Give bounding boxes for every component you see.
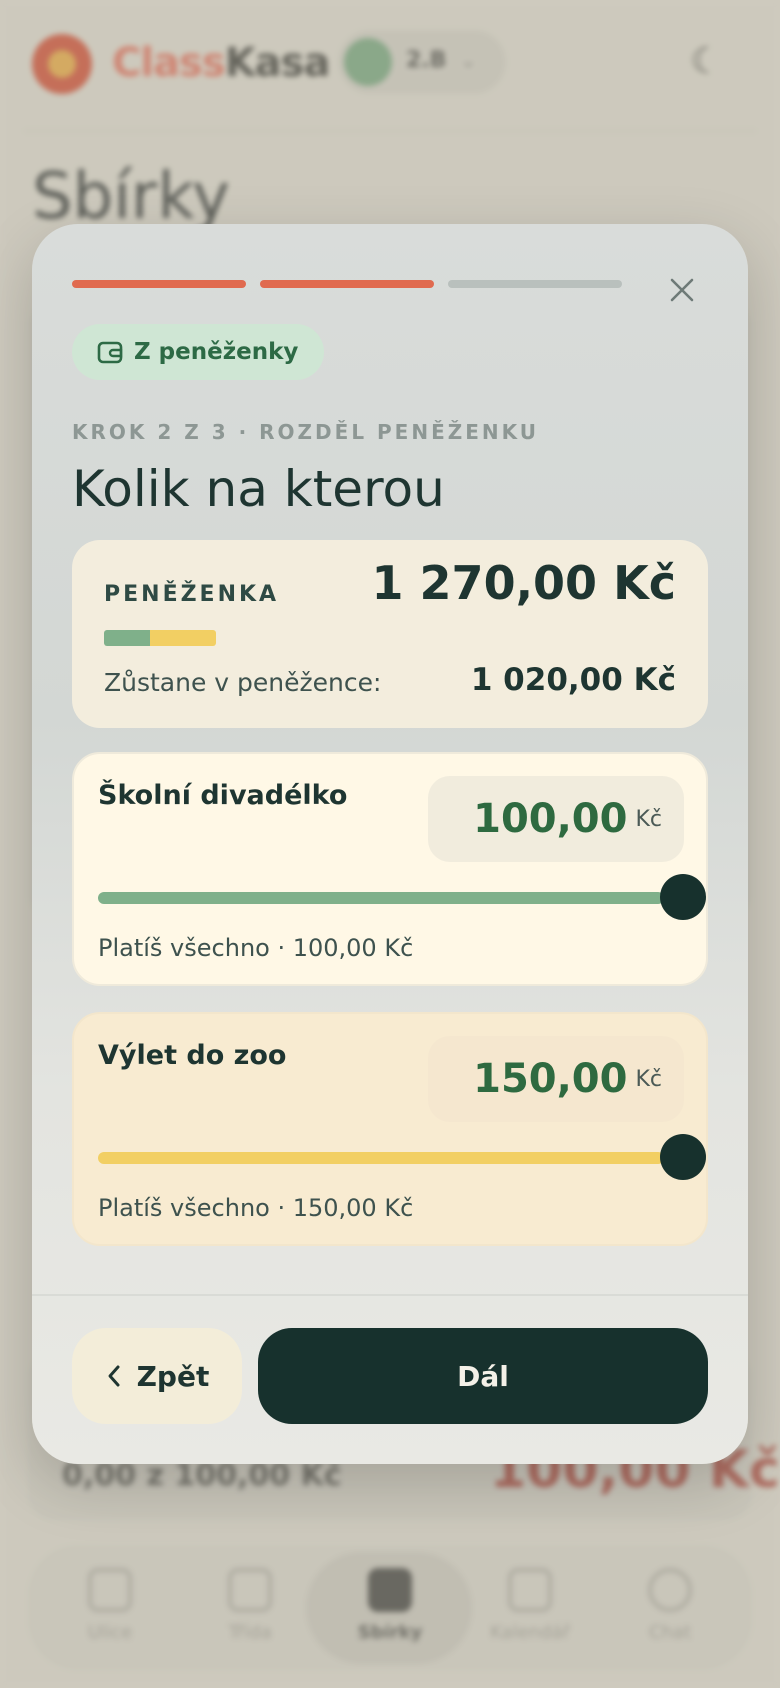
next-button-label: Dál [457,1359,509,1393]
close-icon [670,278,694,302]
modal-heading: Kolik na kterou [72,460,445,518]
chevron-left-icon [108,1365,120,1387]
amount-slider[interactable] [98,892,664,904]
wallet-usage-bar [104,630,216,646]
allocation-note: Platíš všechno · 150,00 Kč [98,1194,414,1222]
amount-currency: Kč [635,1066,662,1092]
progress-step-1 [72,280,246,288]
progress-step-2 [260,280,434,288]
wallet-total: 1 270,00 Kč [371,556,676,610]
step-label: Krok 2 z 3 · Rozděl peněženku [72,420,540,444]
wallet-icon [97,341,123,364]
source-badge-label: Z peněženky [134,339,299,365]
next-button[interactable]: Dál [258,1328,708,1424]
allocation-note: Platíš všechno · 100,00 Kč [98,934,414,962]
slider-thumb[interactable] [660,874,706,920]
wallet-usage-segment-2 [150,630,216,646]
step-progress [72,280,622,288]
back-button-label: Zpět [136,1359,210,1393]
allocation-name: Výlet do zoo [98,1040,287,1071]
amount-value: 100,00 [473,796,628,842]
amount-currency: Kč [635,806,662,832]
allocation-card: Školní divadélko 100,00 Kč Platíš všechn… [72,752,708,986]
close-button[interactable] [652,260,712,320]
slider-thumb[interactable] [660,1134,706,1180]
wallet-usage-segment-1 [104,630,150,646]
allocation-name: Školní divadélko [98,780,348,811]
amount-input[interactable]: 100,00 Kč [428,776,684,862]
allocation-modal: Z peněženky Krok 2 z 3 · Rozděl peněženk… [32,224,748,1464]
progress-step-3 [448,280,622,288]
source-badge: Z peněženky [72,324,325,380]
wallet-remaining-label: Zůstane v peněžence: [104,668,382,697]
amount-input[interactable]: 150,00 Kč [428,1036,684,1122]
wallet-remaining-value: 1 020,00 Kč [470,662,676,698]
wallet-summary-card: PENĚŽENKA 1 270,00 Kč Zůstane v peněženc… [72,540,708,728]
footer-divider [32,1294,748,1296]
amount-slider[interactable] [98,1152,664,1164]
amount-value: 150,00 [473,1056,628,1102]
wallet-label: PENĚŽENKA [104,582,280,607]
back-button[interactable]: Zpět [72,1328,242,1424]
allocation-card: Výlet do zoo 150,00 Kč Platíš všechno · … [72,1012,708,1246]
